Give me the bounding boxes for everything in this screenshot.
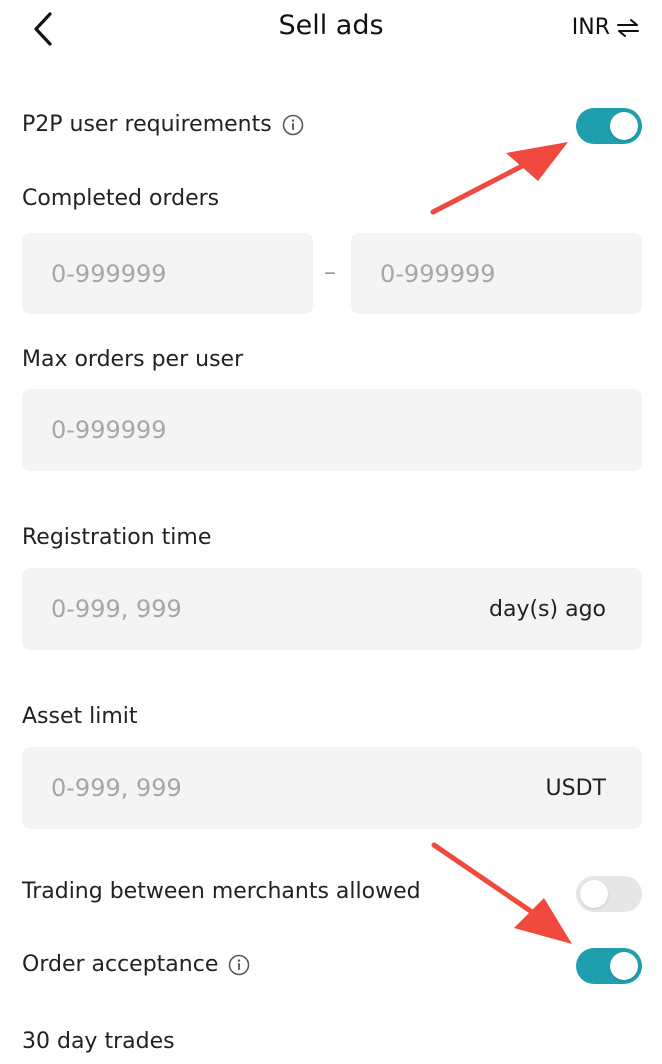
max-orders-input[interactable]: 0-999999 xyxy=(22,389,642,471)
merchants-trading-toggle[interactable] xyxy=(576,876,642,912)
merchants-trading-label: Trading between merchants allowed xyxy=(22,879,421,904)
completed-orders-label: Completed orders xyxy=(22,186,220,211)
registration-time-unit: day(s) ago xyxy=(489,596,606,622)
order-acceptance-label: Order acceptance xyxy=(22,952,219,977)
p2p-requirements-row: P2P user requirements xyxy=(22,112,304,137)
p2p-requirements-toggle[interactable] xyxy=(576,108,642,144)
toggle-knob xyxy=(610,952,638,980)
completed-orders-min-input[interactable]: 0-999999 xyxy=(22,233,313,314)
swap-arrows-icon xyxy=(617,18,639,37)
registration-time-input[interactable]: 0-999, 999 day(s) ago xyxy=(22,568,642,650)
currency-switch[interactable]: INR xyxy=(572,15,640,40)
annotation-arrow-top xyxy=(430,142,568,215)
info-icon[interactable] xyxy=(282,114,304,136)
order-acceptance-row: Order acceptance xyxy=(22,952,250,977)
currency-label: INR xyxy=(571,15,610,40)
asset-limit-label: Asset limit xyxy=(22,704,138,729)
range-separator: – xyxy=(324,258,336,286)
page-title: Sell ads xyxy=(278,10,384,41)
annotation-arrow-bottom xyxy=(431,842,572,944)
max-orders-label: Max orders per user xyxy=(22,347,244,372)
registration-time-label: Registration time xyxy=(22,525,212,550)
toggle-knob xyxy=(610,112,638,140)
p2p-requirements-label: P2P user requirements xyxy=(22,112,272,137)
completed-orders-max-input[interactable]: 0-999999 xyxy=(351,233,642,314)
asset-limit-placeholder: 0-999, 999 xyxy=(51,774,182,802)
registration-time-placeholder: 0-999, 999 xyxy=(51,595,182,623)
order-acceptance-toggle[interactable] xyxy=(576,948,642,984)
completed-orders-min-placeholder: 0-999999 xyxy=(51,259,167,288)
asset-limit-input[interactable]: 0-999, 999 USDT xyxy=(22,747,642,829)
thirty-day-trades-label: 30 day trades xyxy=(22,1029,175,1054)
asset-limit-unit: USDT xyxy=(545,775,606,801)
toggle-knob xyxy=(580,880,608,908)
info-icon[interactable] xyxy=(228,954,250,976)
max-orders-placeholder: 0-999999 xyxy=(51,416,167,444)
completed-orders-max-placeholder: 0-999999 xyxy=(380,259,496,288)
